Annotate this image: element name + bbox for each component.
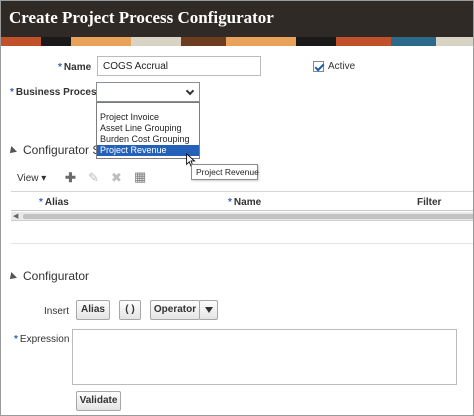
business-process-dropdown: Project Invoice Asset Line Grouping Burd… (96, 102, 200, 159)
business-process-select[interactable] (96, 82, 200, 102)
dropdown-option[interactable]: Asset Line Grouping (97, 123, 199, 134)
column-header-name[interactable]: * Name (228, 197, 261, 208)
dialog-window: Create Project Process Configurator * Nam… (0, 0, 474, 416)
title-bar: Create Project Process Configurator (1, 1, 473, 37)
validate-button[interactable]: Validate (76, 391, 121, 411)
operator-button[interactable]: Operator (150, 300, 200, 320)
column-header-filter[interactable]: Filter (417, 197, 441, 208)
collapse-icon[interactable] (7, 146, 17, 156)
detach-icon[interactable]: ▦ (134, 170, 146, 183)
scrollbar-thumb[interactable] (23, 214, 473, 219)
parentheses-button[interactable]: ( ) (119, 300, 141, 320)
add-icon[interactable]: ✚ (65, 171, 76, 184)
table-header: * Alias * Name Filter (11, 191, 473, 211)
horizontal-scrollbar[interactable]: ◀ (11, 212, 473, 221)
name-input[interactable]: COGS Accrual (97, 56, 261, 76)
business-process-label: * Business Process (10, 87, 103, 98)
collapse-icon[interactable] (7, 272, 17, 282)
insert-label: Insert (44, 306, 70, 317)
configurator-heading: Configurator (23, 269, 90, 283)
expression-textarea[interactable] (72, 329, 457, 385)
view-menu[interactable]: View ▾ (17, 173, 46, 184)
dropdown-option[interactable]: Project Invoice (97, 112, 199, 123)
delete-icon[interactable]: ✖ (111, 171, 122, 184)
scroll-left-icon[interactable]: ◀ (13, 212, 18, 221)
tooltip: Project Revenue (191, 164, 259, 180)
window-title: Create Project Process Configurator (9, 8, 274, 27)
dropdown-option-selected[interactable]: Project Revenue (97, 145, 199, 156)
operator-dropdown-icon[interactable] (199, 300, 218, 320)
active-label: Active (328, 61, 356, 72)
chevron-down-icon[interactable] (185, 86, 195, 96)
decorative-banner (1, 37, 473, 46)
expression-label: * Expression (14, 334, 70, 345)
column-header-alias[interactable]: * Alias (39, 197, 69, 208)
configurator-sources-heading: Configurator S (23, 143, 101, 157)
alias-button[interactable]: Alias (76, 300, 110, 320)
dropdown-option[interactable]: Burden Cost Grouping (97, 134, 199, 145)
active-checkbox[interactable] (313, 61, 324, 72)
name-label: * Name (58, 62, 92, 73)
section-divider (11, 243, 473, 244)
edit-icon[interactable]: ✎ (88, 171, 99, 184)
